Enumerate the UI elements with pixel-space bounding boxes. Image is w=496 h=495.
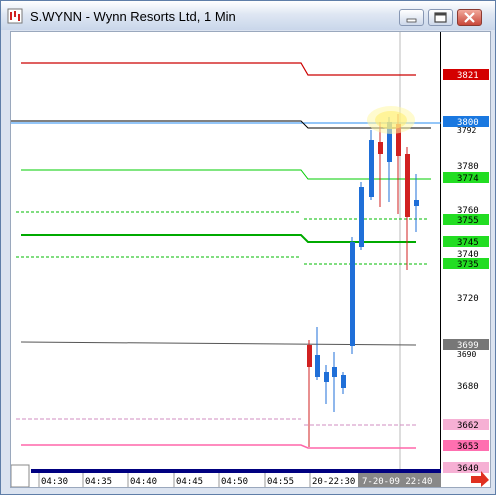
highlight-glow-icon: [367, 106, 415, 134]
cursor-time-label: 7-20-09 22:40: [362, 477, 432, 487]
time-label-0435: 04:35: [85, 477, 112, 487]
maximize-icon: [434, 12, 447, 23]
time-label-0440: 04:40: [130, 477, 157, 487]
time-label-2230: 20-22:30: [312, 477, 355, 487]
time-label-0450: 04:50: [221, 477, 248, 487]
corner-box[interactable]: [11, 464, 30, 487]
window-title: S.WYNN - Wynn Resorts Ltd, 1 Min: [30, 9, 236, 24]
candle: [359, 182, 364, 250]
price-label-3780: 3780: [457, 162, 479, 172]
candle: [414, 174, 419, 232]
price-label-3792: 3792: [457, 126, 476, 135]
chart-window: S.WYNN - Wynn Resorts Ltd, 1 Min 3821 38…: [0, 0, 496, 495]
time-scrollbar-track[interactable]: [31, 469, 441, 473]
candles: [307, 114, 419, 447]
price-label-3755: 3755: [457, 216, 479, 226]
close-icon: [464, 12, 475, 23]
candle: [332, 352, 337, 412]
price-label-3680: 3680: [457, 382, 479, 392]
candle: [341, 372, 346, 394]
candle: [378, 122, 383, 207]
candle: [369, 130, 374, 200]
price-label-3821: 3821: [457, 71, 479, 81]
candle: [350, 237, 355, 354]
maximize-button[interactable]: [428, 9, 453, 26]
minimize-icon: [406, 18, 417, 23]
price-label-3774: 3774: [457, 174, 479, 184]
level-line-3821: [21, 62, 416, 76]
candle: [324, 365, 329, 404]
chart-area[interactable]: 3821 3800 3792 3780 3774 3760 3755 3745 …: [10, 31, 491, 488]
price-label-3735: 3735: [457, 260, 479, 270]
candle: [315, 327, 320, 380]
minimize-button[interactable]: [399, 9, 424, 26]
chart-app-icon: [7, 8, 23, 24]
time-label-0430: 04:30: [41, 477, 68, 487]
price-label-3640: 3640: [457, 464, 479, 474]
title-bar[interactable]: S.WYNN - Wynn Resorts Ltd, 1 Min: [1, 1, 495, 30]
candle: [307, 340, 312, 447]
level-line-3745: [21, 234, 416, 243]
time-label-0455: 04:55: [267, 477, 294, 487]
price-label-3653: 3653: [457, 442, 479, 452]
price-label-3662: 3662: [457, 421, 479, 431]
level-line-3653: [21, 444, 416, 449]
price-label-3720: 3720: [457, 294, 479, 304]
price-label-3690: 3690: [457, 350, 476, 359]
close-button[interactable]: [457, 9, 482, 26]
time-label-0445: 04:45: [176, 477, 203, 487]
price-chart[interactable]: 3821 3800 3792 3780 3774 3760 3755 3745 …: [11, 32, 490, 487]
level-line-3699: [20, 341, 417, 346]
price-label-3745: 3745: [457, 238, 479, 248]
candle: [405, 147, 410, 270]
